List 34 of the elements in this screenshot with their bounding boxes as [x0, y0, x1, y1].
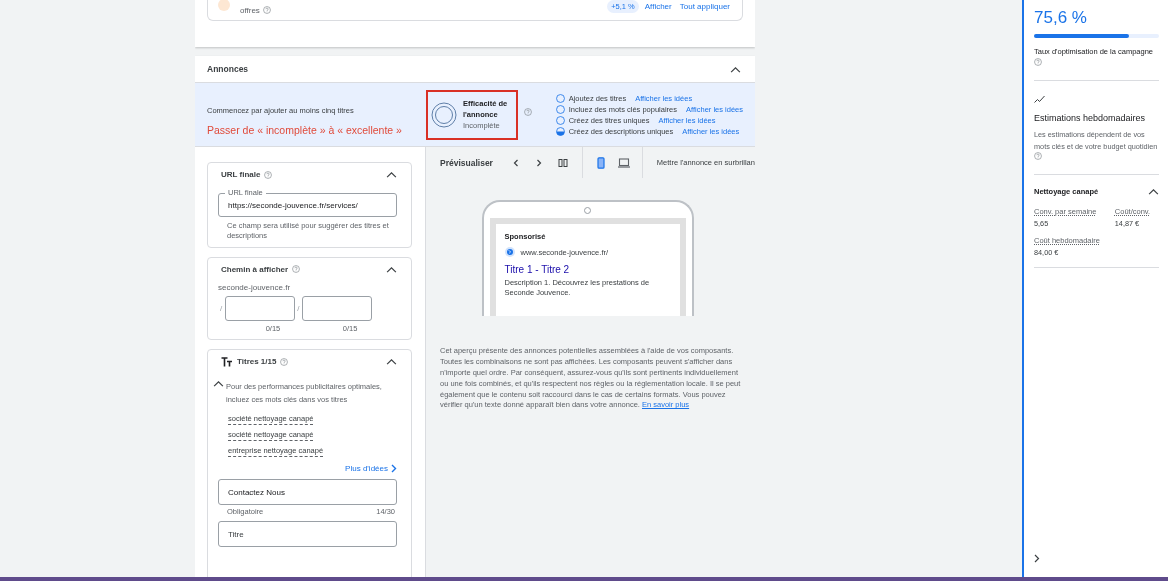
ring-gauge-icon [431, 101, 457, 128]
columns-icon[interactable] [557, 157, 568, 168]
estimates-title: Estimations hebdomadaires [1034, 113, 1147, 123]
card-title: Chemin à afficher [221, 264, 289, 274]
card-title: Titres 1/15 [237, 357, 277, 366]
preview-title: Prévisualiser [440, 157, 493, 168]
path-field[interactable] [302, 295, 373, 321]
trend-icon [1034, 95, 1045, 103]
chevron-right-icon[interactable] [1034, 554, 1040, 563]
chevron-up-icon[interactable] [730, 65, 741, 73]
chevron-up-icon[interactable] [1148, 188, 1159, 195]
ad-headline: Titre 1 - Titre 2 [504, 264, 571, 275]
text-size-icon [221, 356, 233, 367]
card-title: URL finale [221, 170, 261, 179]
path-separator: / [297, 303, 300, 313]
section-title: Annonces [207, 64, 249, 74]
optimization-score: 75,6 % [1034, 8, 1088, 28]
headline-field[interactable]: Contactez Nous [218, 479, 397, 506]
path-field[interactable] [225, 295, 296, 321]
action-link[interactable]: Tout appliquer [679, 1, 730, 11]
headline-field[interactable]: Titre [218, 521, 397, 548]
chevron-up-icon[interactable] [386, 358, 397, 365]
path-separator: / [220, 303, 223, 313]
action-link[interactable]: Afficher [644, 1, 672, 11]
chevron-up-icon[interactable] [386, 265, 397, 273]
chevron-right-icon [391, 464, 397, 474]
chevron-up-icon[interactable] [213, 379, 224, 387]
recommendation-text: offres [240, 5, 260, 15]
globe-icon [504, 247, 515, 257]
chevron-up-icon[interactable] [386, 171, 397, 178]
domain-text: seconde-jouvence.fr [218, 282, 292, 292]
more-ideas-link[interactable]: Plus d'idées [345, 464, 397, 474]
phone-icon[interactable] [594, 154, 608, 171]
annotation-text: Passer de « incomplète » à « excellente » [207, 123, 403, 136]
